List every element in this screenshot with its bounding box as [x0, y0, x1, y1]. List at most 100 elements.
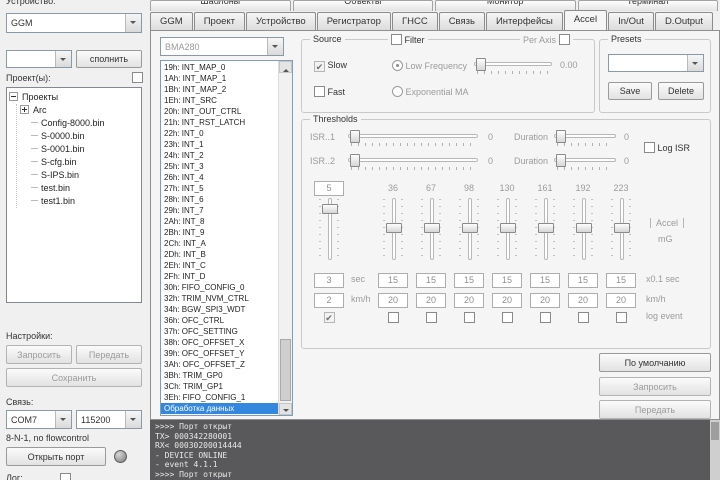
device-select[interactable]: GGM: [6, 13, 142, 33]
slider-thumb[interactable]: [476, 58, 486, 71]
per-axis-checkbox[interactable]: [558, 34, 570, 45]
register-item[interactable]: 2Ch: INT_A: [161, 238, 279, 249]
register-item[interactable]: 1Bh: INT_MAP_2: [161, 84, 279, 95]
scroll-up-icon[interactable]: [279, 61, 292, 73]
save-settings-button[interactable]: Сохранить: [6, 368, 142, 387]
register-item[interactable]: 30h: FIFO_CONFIG_0: [161, 282, 279, 293]
fast-checkbox[interactable]: [314, 86, 325, 97]
register-item[interactable]: 28h: INT_6: [161, 194, 279, 205]
register-item[interactable]: 3Ch: TRIM_GP1: [161, 381, 279, 392]
slider-thumb[interactable]: [538, 223, 554, 233]
time-value-box[interactable]: 15: [568, 272, 598, 288]
tree-root[interactable]: Проекты: [9, 91, 139, 104]
baud-select[interactable]: 115200: [76, 410, 142, 429]
register-item[interactable]: 24h: INT_2: [161, 150, 279, 161]
duration2-slider[interactable]: [554, 153, 616, 171]
tree-item[interactable]: S-IPS.bin: [17, 169, 139, 182]
slider-thumb[interactable]: [350, 154, 360, 167]
exponential-ma-radio-row[interactable]: Exponential MA: [392, 86, 469, 97]
register-item[interactable]: 1Eh: INT_SRC: [161, 95, 279, 106]
tab-link[interactable]: Связь: [438, 12, 485, 30]
tree-item[interactable]: S-cfg.bin: [17, 156, 139, 169]
tab-ggm[interactable]: GGM: [150, 12, 193, 30]
register-item[interactable]: 37h: OFC_SETTING: [161, 326, 279, 337]
slow-checkbox-row[interactable]: Slow: [314, 60, 347, 72]
preset-save-button[interactable]: Save: [608, 82, 652, 100]
log-event-checkbox[interactable]: [323, 311, 335, 323]
projects-checkbox[interactable]: [132, 72, 143, 83]
threshold-vslider[interactable]: [573, 196, 593, 262]
register-item[interactable]: 2Bh: INT_9: [161, 227, 279, 238]
speed-value-box[interactable]: 20: [416, 292, 446, 308]
chevron-down-icon[interactable]: [267, 38, 283, 55]
log-event-checkbox[interactable]: [425, 311, 437, 323]
register-item[interactable]: 23h: INT_1: [161, 139, 279, 150]
speed-value-box[interactable]: 20: [606, 292, 636, 308]
register-item[interactable]: 27h: INT_5: [161, 183, 279, 194]
log-event-checkbox[interactable]: [539, 311, 551, 323]
register-item[interactable]: 26h: INT_4: [161, 172, 279, 183]
threshold-vslider[interactable]: [421, 196, 441, 262]
tab-monitor[interactable]: Монитор: [435, 0, 576, 11]
chevron-down-icon[interactable]: [687, 55, 703, 71]
register-item[interactable]: 2Eh: INT_C: [161, 260, 279, 271]
bottom-cut-checkbox[interactable]: [60, 473, 71, 480]
chip-select[interactable]: BMA280: [160, 37, 284, 56]
threshold-vslider[interactable]: [383, 196, 403, 262]
time-value-box[interactable]: 15: [530, 272, 560, 288]
filter-checkbox-row[interactable]: Filter: [388, 34, 428, 45]
register-item[interactable]: 32h: TRIM_NVM_CTRL: [161, 293, 279, 304]
list-scrollbar[interactable]: [278, 61, 292, 415]
register-item[interactable]: 36h: OFC_CTRL: [161, 315, 279, 326]
request-button[interactable]: Запросить: [599, 377, 711, 396]
per-axis-row[interactable]: Per Axis: [520, 34, 573, 45]
tree-branch-arc[interactable]: Arc: [17, 104, 139, 117]
tree-expand-icon[interactable]: [20, 105, 29, 114]
tab-inout[interactable]: In/Out: [608, 12, 654, 30]
speed-value-box[interactable]: 20: [378, 292, 408, 308]
scrollbar-thumb[interactable]: [711, 422, 719, 440]
slider-thumb[interactable]: [576, 223, 592, 233]
chevron-down-icon[interactable]: [125, 14, 141, 32]
register-item[interactable]: 3Bh: TRIM_GP0: [161, 370, 279, 381]
slider-thumb[interactable]: [350, 130, 360, 143]
tree-item[interactable]: S-0000.bin: [17, 130, 139, 143]
filter-checkbox[interactable]: [391, 34, 402, 45]
duration1-slider[interactable]: [554, 129, 616, 147]
threshold-vslider[interactable]: [319, 196, 339, 262]
threshold-vslider[interactable]: [497, 196, 517, 262]
defaults-button[interactable]: По умолчанию: [599, 353, 711, 372]
fast-checkbox-row[interactable]: Fast: [314, 86, 345, 97]
tree-item[interactable]: test1.bin: [17, 195, 139, 208]
request-settings-button[interactable]: Запросить: [6, 345, 72, 364]
register-item[interactable]: 2Fh: INT_D: [161, 271, 279, 282]
register-item[interactable]: 20h: INT_OUT_CTRL: [161, 106, 279, 117]
tab-device[interactable]: Устройство: [246, 12, 316, 30]
chevron-down-icon[interactable]: [125, 411, 141, 428]
open-port-button[interactable]: Открыть порт: [6, 447, 106, 466]
preset-select[interactable]: [608, 54, 704, 72]
register-item-selected[interactable]: Обработка данных: [161, 403, 279, 414]
exponential-ma-radio[interactable]: [392, 86, 403, 97]
terminal-log[interactable]: >>>> Порт открыт TX> 000342280001 RX< 0003…: [150, 420, 720, 480]
tab-gnss[interactable]: ГНСС: [391, 12, 438, 30]
tab-objects[interactable]: Объекты: [292, 0, 433, 11]
log-event-checkbox[interactable]: [463, 311, 475, 323]
tab-accel[interactable]: Accel: [563, 10, 608, 30]
script-select[interactable]: [6, 50, 72, 68]
time-value-box[interactable]: 15: [416, 272, 446, 288]
register-item[interactable]: 21h: INT_RST_LATCH: [161, 117, 279, 128]
slider-thumb[interactable]: [424, 223, 440, 233]
time-value-box[interactable]: 15: [492, 272, 522, 288]
register-item[interactable]: 39h: OFC_OFFSET_Y: [161, 348, 279, 359]
tab-doutput[interactable]: D.Output: [654, 12, 713, 30]
speed-value-box[interactable]: 20: [568, 292, 598, 308]
slider-thumb[interactable]: [462, 223, 478, 233]
slider-thumb[interactable]: [556, 130, 566, 143]
tab-project[interactable]: Проект: [193, 12, 245, 30]
register-item[interactable]: 3Eh: FIFO_CONFIG_1: [161, 392, 279, 403]
register-item[interactable]: 2Dh: INT_B: [161, 249, 279, 260]
filter-slider[interactable]: [474, 57, 552, 75]
register-item[interactable]: 29h: INT_7: [161, 205, 279, 216]
tree-item[interactable]: Config-8000.bin: [17, 117, 139, 130]
